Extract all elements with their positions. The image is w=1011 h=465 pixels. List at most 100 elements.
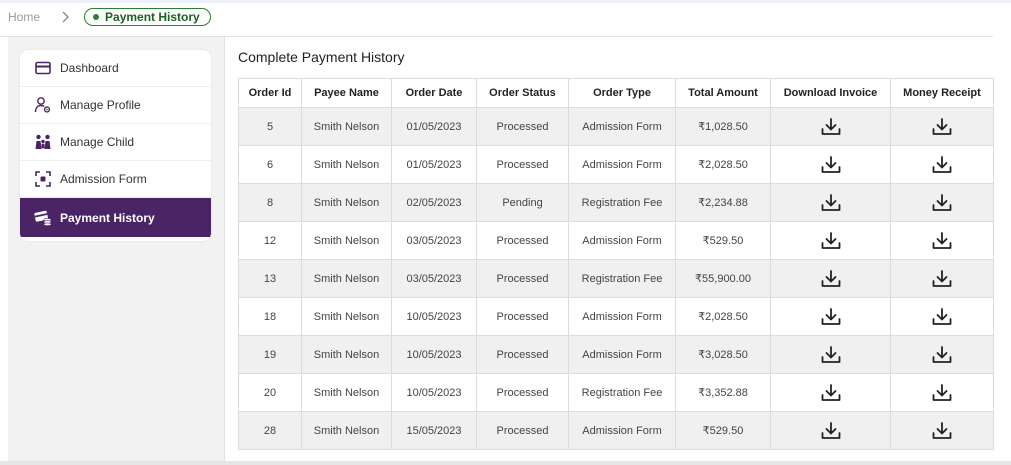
table-row: 12 Smith Nelson 03/05/2023 Processed Admissi… bbox=[238, 221, 994, 260]
payee-name-cell: Smith Nelson bbox=[301, 411, 392, 450]
top-strip bbox=[0, 0, 1011, 3]
sidebar-item-admission-form[interactable]: Admission Form bbox=[20, 161, 211, 198]
total-amount-cell: ₹55,900.00 bbox=[675, 259, 771, 298]
order-date-cell: 10/05/2023 bbox=[391, 297, 477, 336]
total-amount-cell: ₹2,028.50 bbox=[675, 145, 771, 184]
payee-name-cell: Smith Nelson bbox=[301, 259, 392, 298]
order-type-cell: Admission Form bbox=[568, 107, 676, 146]
chevron-right-icon bbox=[56, 8, 74, 26]
download-invoice-cell bbox=[770, 107, 891, 146]
download-invoice-cell bbox=[770, 335, 891, 374]
sidebar-item-label: Dashboard bbox=[60, 61, 119, 75]
order-status-cell: Processed bbox=[476, 145, 569, 184]
order-id-cell: 18 bbox=[238, 297, 302, 336]
table-row: 19 Smith Nelson 10/05/2023 Processed Admissi… bbox=[238, 335, 994, 374]
order-id-cell: 19 bbox=[238, 335, 302, 374]
download-invoice-icon[interactable] bbox=[819, 267, 843, 291]
order-type-cell: Registration Fee bbox=[568, 373, 676, 412]
money-receipt-cell bbox=[890, 373, 994, 412]
download-receipt-icon[interactable] bbox=[930, 343, 954, 367]
order-date-cell: 10/05/2023 bbox=[391, 335, 477, 374]
status-dot-icon bbox=[93, 14, 100, 20]
payee-name-cell: Smith Nelson bbox=[301, 335, 392, 374]
profile-gear-icon bbox=[34, 96, 52, 114]
download-invoice-cell bbox=[770, 411, 891, 450]
sidebar-nav: Dashboard Manage Profile Manage Child Ad… bbox=[20, 50, 211, 241]
download-receipt-icon[interactable] bbox=[930, 305, 954, 329]
order-status-cell: Processed bbox=[476, 411, 569, 450]
money-receipt-cell bbox=[890, 221, 994, 260]
order-status-cell: Processed bbox=[476, 373, 569, 412]
download-invoice-cell bbox=[770, 259, 891, 298]
download-invoice-icon[interactable] bbox=[819, 229, 843, 253]
money-receipt-cell bbox=[890, 183, 994, 222]
column-header-order-type: Order Type bbox=[568, 78, 676, 108]
money-receipt-cell bbox=[890, 259, 994, 298]
download-invoice-icon[interactable] bbox=[819, 153, 843, 177]
order-id-cell: 20 bbox=[238, 373, 302, 412]
money-receipt-cell bbox=[890, 107, 994, 146]
money-receipt-cell bbox=[890, 145, 994, 184]
total-amount-cell: ₹529.50 bbox=[675, 221, 771, 260]
column-header-order-date: Order Date bbox=[391, 78, 477, 108]
payee-name-cell: Smith Nelson bbox=[301, 297, 392, 336]
order-type-cell: Admission Form bbox=[568, 145, 676, 184]
order-status-cell: Processed bbox=[476, 221, 569, 260]
column-header-payee-name: Payee Name bbox=[301, 78, 392, 108]
payment-icon bbox=[34, 209, 52, 227]
download-invoice-icon[interactable] bbox=[819, 115, 843, 139]
column-header-total-amount: Total Amount bbox=[675, 78, 771, 108]
order-id-cell: 8 bbox=[238, 183, 302, 222]
payee-name-cell: Smith Nelson bbox=[301, 107, 392, 146]
order-status-cell: Processed bbox=[476, 335, 569, 374]
download-invoice-icon[interactable] bbox=[819, 343, 843, 367]
download-invoice-cell bbox=[770, 145, 891, 184]
download-receipt-icon[interactable] bbox=[930, 153, 954, 177]
sidebar-item-label: Manage Profile bbox=[60, 98, 141, 112]
order-type-cell: Registration Fee bbox=[568, 259, 676, 298]
money-receipt-cell bbox=[890, 411, 994, 450]
order-id-cell: 13 bbox=[238, 259, 302, 298]
content-divider bbox=[224, 37, 225, 461]
column-header-order-id: Order Id bbox=[238, 78, 302, 108]
download-receipt-icon[interactable] bbox=[930, 381, 954, 405]
order-status-cell: Processed bbox=[476, 297, 569, 336]
sidebar-item-label: Payment History bbox=[60, 210, 155, 225]
page-title: Complete Payment History bbox=[238, 49, 405, 65]
order-date-cell: 15/05/2023 bbox=[391, 411, 477, 450]
order-status-cell: Processed bbox=[476, 259, 569, 298]
table-row: 6 Smith Nelson 01/05/2023 Processed Admissio… bbox=[238, 145, 994, 184]
payee-name-cell: Smith Nelson bbox=[301, 221, 392, 260]
payment-history-table: Order Id Payee Name Order Date Order Sta… bbox=[238, 78, 994, 450]
bottom-strip bbox=[0, 461, 1011, 465]
download-invoice-icon[interactable] bbox=[819, 191, 843, 215]
sidebar-item-payment-history[interactable]: Payment History bbox=[20, 198, 211, 237]
payee-name-cell: Smith Nelson bbox=[301, 373, 392, 412]
table-row: 5 Smith Nelson 01/05/2023 Processed Admissio… bbox=[238, 107, 994, 146]
breadcrumb: Home Payment History bbox=[8, 7, 211, 27]
order-date-cell: 01/05/2023 bbox=[391, 145, 477, 184]
download-invoice-icon[interactable] bbox=[819, 381, 843, 405]
order-type-cell: Admission Form bbox=[568, 411, 676, 450]
download-invoice-icon[interactable] bbox=[819, 305, 843, 329]
sidebar-item-manage-child[interactable]: Manage Child bbox=[20, 124, 211, 161]
order-status-cell: Pending bbox=[476, 183, 569, 222]
download-receipt-icon[interactable] bbox=[930, 419, 954, 443]
sidebar-item-dashboard[interactable]: Dashboard bbox=[20, 50, 211, 87]
total-amount-cell: ₹2,234.88 bbox=[675, 183, 771, 222]
column-header-order-status: Order Status bbox=[476, 78, 569, 108]
breadcrumb-home-link[interactable]: Home bbox=[8, 10, 40, 24]
download-receipt-icon[interactable] bbox=[930, 229, 954, 253]
column-header-money-receipt: Money Receipt bbox=[890, 78, 994, 108]
download-invoice-cell bbox=[770, 221, 891, 260]
table-header-row: Order Id Payee Name Order Date Order Sta… bbox=[238, 78, 994, 108]
download-receipt-icon[interactable] bbox=[930, 115, 954, 139]
breadcrumb-current: Payment History bbox=[84, 8, 211, 26]
breadcrumb-current-label: Payment History bbox=[105, 10, 200, 24]
download-receipt-icon[interactable] bbox=[930, 191, 954, 215]
sidebar-item-manage-profile[interactable]: Manage Profile bbox=[20, 87, 211, 124]
scan-icon bbox=[34, 170, 52, 188]
download-invoice-icon[interactable] bbox=[819, 419, 843, 443]
download-receipt-icon[interactable] bbox=[930, 267, 954, 291]
total-amount-cell: ₹3,352.88 bbox=[675, 373, 771, 412]
